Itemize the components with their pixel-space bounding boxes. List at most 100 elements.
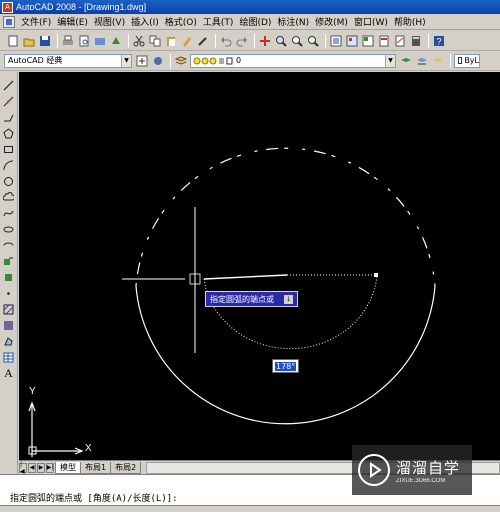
menu-tools[interactable]: 工具(T): [200, 15, 237, 28]
play-logo-icon: [358, 454, 390, 486]
toolbar-separator: [325, 33, 326, 48]
title-bar: A AutoCAD 2008 - [Drawing1.dwg]: [0, 0, 500, 14]
toolbar-separator: [215, 33, 216, 48]
layer-manager-icon[interactable]: [174, 54, 188, 68]
layer-previous-icon[interactable]: [415, 54, 429, 68]
tab-layout2[interactable]: 布局2: [110, 461, 142, 474]
pan-icon[interactable]: [258, 34, 272, 48]
menu-format[interactable]: 格式(O): [162, 15, 200, 28]
toolbar-separator: [428, 33, 429, 48]
sheet-set-icon[interactable]: [377, 34, 391, 48]
angle-input-field[interactable]: 178°: [272, 359, 300, 373]
open-file-icon[interactable]: [22, 34, 36, 48]
new-file-icon[interactable]: [6, 34, 20, 48]
copy-icon[interactable]: [148, 34, 162, 48]
menu-view[interactable]: 视图(V): [91, 15, 128, 28]
ellipse-icon[interactable]: [2, 222, 16, 236]
undo-icon[interactable]: [219, 34, 233, 48]
layer-select-value: 0: [236, 56, 242, 65]
layer-state-icons: [193, 57, 233, 64]
block-editor-icon[interactable]: [196, 34, 210, 48]
watermark: 溜溜自学 ZIXUE.3D66.COM: [352, 445, 472, 495]
watermark-brand: 溜溜自学: [396, 458, 461, 477]
menu-modify[interactable]: 修改(M): [312, 15, 351, 28]
multiline-text-icon[interactable]: A: [2, 366, 16, 380]
drawing-canvas[interactable]: 指定圆弧的端点或 ↓ 178° Y X: [19, 72, 500, 460]
workspace-select[interactable]: AutoCAD 经典 ▼: [4, 53, 132, 68]
line-icon[interactable]: [2, 78, 16, 92]
standard-toolbar: ?: [0, 31, 500, 51]
window-title: AutoCAD 2008 - [Drawing1.dwg]: [16, 2, 147, 12]
3d-dwf-icon[interactable]: [109, 34, 123, 48]
redo-icon[interactable]: [235, 34, 249, 48]
my-workspace-icon[interactable]: [151, 54, 165, 68]
tab-model[interactable]: 模型: [55, 461, 81, 474]
toolbar-separator: [254, 33, 255, 48]
layer-states-icon[interactable]: [431, 54, 445, 68]
layer-select[interactable]: 0 ▼: [190, 53, 396, 68]
outer-circle-dashed: [135, 147, 436, 287]
spline-icon[interactable]: [2, 206, 16, 220]
match-properties-icon[interactable]: [180, 34, 194, 48]
tooltip-text: 指定圆弧的端点或: [210, 294, 274, 304]
toolbar-separator: [128, 33, 129, 48]
make-block-icon[interactable]: [2, 270, 16, 284]
polyline-icon[interactable]: [2, 110, 16, 124]
menu-dimension[interactable]: 标注(N): [274, 15, 312, 28]
table-icon[interactable]: [2, 350, 16, 364]
help-icon[interactable]: ?: [432, 34, 446, 48]
color-swatch: [458, 57, 463, 64]
menu-edit[interactable]: 编辑(E): [54, 15, 91, 28]
cut-icon[interactable]: [132, 34, 146, 48]
calculator-icon[interactable]: [409, 34, 423, 48]
angle-input-value: 178°: [275, 361, 297, 371]
markup-icon[interactable]: [393, 34, 407, 48]
workspace-settings-icon[interactable]: [135, 54, 149, 68]
zoom-realtime-icon[interactable]: [274, 34, 288, 48]
next-tab-icon[interactable]: ▶: [37, 462, 45, 473]
hatch-icon[interactable]: [2, 302, 16, 316]
tab-layout1[interactable]: 布局1: [80, 461, 112, 474]
revision-cloud-icon[interactable]: [2, 190, 16, 204]
ellipse-arc-icon[interactable]: [2, 238, 16, 252]
gradient-icon[interactable]: [2, 318, 16, 332]
menu-draw[interactable]: 绘图(D): [236, 15, 274, 28]
status-bar: [0, 505, 500, 512]
document-icon[interactable]: [3, 15, 15, 28]
first-tab-icon[interactable]: |◀: [19, 461, 27, 475]
menu-insert[interactable]: 插入(I): [128, 15, 162, 28]
publish-icon[interactable]: [93, 34, 107, 48]
insert-block-icon[interactable]: [2, 254, 16, 268]
rectangle-icon[interactable]: [2, 142, 16, 156]
properties-icon[interactable]: [329, 34, 343, 48]
dynamic-input-tooltip: 指定圆弧的端点或 ↓: [205, 291, 298, 307]
last-tab-icon[interactable]: ▶|: [46, 462, 54, 473]
watermark-url: ZIXUE.3D66.COM: [396, 477, 446, 484]
prev-tab-icon[interactable]: ◀: [28, 462, 36, 473]
paste-icon[interactable]: [164, 34, 178, 48]
tool-palettes-icon[interactable]: [361, 34, 375, 48]
construction-line-icon[interactable]: [2, 94, 16, 108]
menu-help[interactable]: 帮助(H): [391, 15, 429, 28]
menu-window[interactable]: 窗口(W): [351, 15, 391, 28]
zoom-window-icon[interactable]: [290, 34, 304, 48]
color-control-select[interactable]: ByL: [454, 53, 480, 68]
make-layer-current-icon[interactable]: [399, 54, 413, 68]
command-prompt: 指定圆弧的端点或 [角度(A)/长度(L)]:: [10, 494, 178, 504]
design-center-icon[interactable]: [345, 34, 359, 48]
toolbar-separator: [450, 53, 451, 68]
plot-preview-icon[interactable]: [77, 34, 91, 48]
polygon-icon[interactable]: [2, 126, 16, 140]
menu-bar: 文件(F) 编辑(E) 视图(V) 插入(I) 格式(O) 工具(T) 绘图(D…: [0, 14, 500, 30]
autocad-app-icon[interactable]: A: [2, 1, 13, 13]
arc-icon[interactable]: [2, 158, 16, 172]
region-icon[interactable]: [2, 334, 16, 348]
print-icon[interactable]: [61, 34, 75, 48]
zoom-previous-icon[interactable]: [306, 34, 320, 48]
tooltip-options-button[interactable]: ↓: [284, 294, 293, 304]
menu-file[interactable]: 文件(F): [18, 15, 54, 28]
point-icon[interactable]: [2, 286, 16, 300]
color-control-value: ByL: [464, 56, 479, 65]
circle-icon[interactable]: [2, 174, 16, 188]
save-icon[interactable]: [38, 34, 52, 48]
